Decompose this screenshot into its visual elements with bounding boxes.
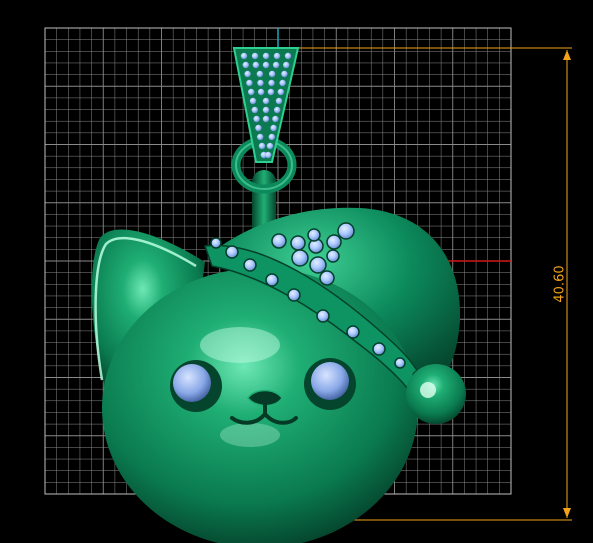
bail-gem	[283, 61, 290, 69]
brim-gem	[346, 325, 360, 339]
bail-gem	[262, 97, 270, 105]
bail-gem	[257, 79, 264, 87]
dimension-value: 40.60	[552, 265, 568, 303]
brim-gem	[243, 258, 257, 272]
bail-gem	[255, 124, 262, 132]
bail-gem	[277, 88, 284, 96]
brim-gem	[309, 256, 327, 274]
bail-gem	[262, 115, 270, 123]
brim-gem	[307, 228, 321, 242]
cheek-highlight	[220, 423, 280, 447]
bail-gem	[240, 52, 248, 60]
brim-gem	[326, 234, 342, 250]
bail-gem	[257, 133, 264, 141]
brim-gem	[291, 249, 309, 267]
bail-gem	[266, 142, 274, 150]
brim-gem	[394, 357, 406, 369]
bail-gem	[251, 106, 258, 114]
cad-viewport[interactable]: 40.60	[0, 0, 593, 543]
bail-gem	[274, 106, 281, 114]
bail-gem	[275, 97, 283, 105]
bail-gem	[268, 70, 276, 78]
bail-gem	[248, 88, 255, 96]
brim-gem	[326, 249, 340, 263]
bail-gem	[279, 79, 286, 87]
bail-gem	[265, 151, 272, 159]
brim-gem	[287, 288, 301, 302]
brim-gem	[225, 245, 239, 259]
jewelry-model[interactable]	[91, 47, 466, 543]
right-eye	[304, 358, 356, 410]
bail-gem	[262, 106, 270, 114]
bail-gem	[272, 61, 280, 69]
bail-gem	[251, 52, 259, 60]
pompom-highlight	[420, 382, 436, 398]
dimension-arrow-top	[563, 50, 571, 60]
brim-gem	[316, 309, 330, 323]
bail-gem	[267, 88, 275, 96]
bail-gem	[257, 88, 265, 96]
bail-gem	[268, 79, 275, 87]
dimension-arrow-bottom	[563, 508, 571, 518]
brim-gem	[319, 270, 335, 286]
brim-gem	[290, 235, 306, 251]
bail-gem	[284, 52, 292, 60]
bail-gem	[268, 133, 275, 141]
bail-gem	[281, 70, 288, 78]
bail-gem	[246, 79, 253, 87]
bail-gem	[262, 52, 270, 60]
bail-gem	[242, 61, 249, 69]
left-eye	[170, 360, 222, 412]
hat-pompom	[406, 364, 466, 424]
bail-gem	[253, 115, 260, 123]
bail-gem	[270, 124, 277, 132]
viewport-canvas[interactable]	[0, 0, 593, 543]
head-highlight	[200, 327, 280, 363]
bail-gem	[244, 70, 251, 78]
brim-gem	[210, 237, 222, 249]
brim-gem	[372, 342, 386, 356]
dimension-label[interactable]: 40.60	[548, 262, 572, 306]
bail-gem	[252, 61, 260, 69]
bail-gem	[273, 52, 281, 60]
brim-gem	[265, 273, 279, 287]
brim-gem	[271, 233, 287, 249]
bail-gem	[258, 142, 266, 150]
bail-gem	[249, 97, 257, 105]
bail-gem	[256, 70, 264, 78]
brim-gem	[337, 222, 355, 240]
bail-gem	[272, 115, 279, 123]
bail-gem	[262, 61, 270, 69]
